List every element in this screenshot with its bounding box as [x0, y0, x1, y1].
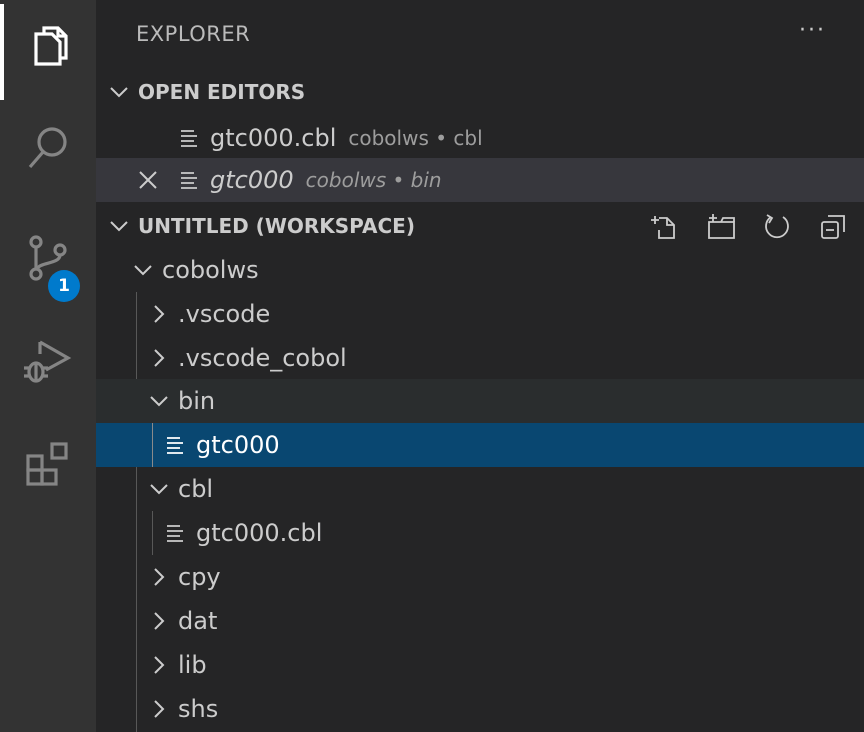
collapse-all-icon: [821, 215, 845, 239]
open-editor-description: cobolws • cbl: [348, 126, 483, 150]
open-editor-description: cobolws • bin: [305, 168, 442, 192]
tree-folder[interactable]: cpy: [96, 555, 864, 599]
tree-item-label: cbl: [178, 475, 214, 503]
close-icon[interactable]: [138, 170, 158, 190]
indent-guide: [152, 423, 153, 467]
tree-folder[interactable]: .vscode_cobol: [96, 336, 864, 380]
more-actions-button[interactable]: ···: [799, 18, 826, 43]
search-activity-button[interactable]: [0, 104, 96, 192]
chevron-down-icon: [148, 390, 170, 412]
new-folder-icon: [708, 214, 735, 239]
new-file-button[interactable]: [650, 211, 680, 241]
file-lines-icon: [167, 525, 183, 542]
extensions-icon: [26, 442, 68, 486]
explorer-sidebar: EXPLORER ··· OPEN EDITORS gtc000.cbl cob…: [96, 0, 864, 732]
search-icon: [28, 127, 67, 169]
chevron-down-icon: [148, 478, 170, 500]
collapse-all-button[interactable]: [818, 211, 848, 241]
open-editor-item[interactable]: gtc000.cbl cobolws • cbl: [96, 116, 864, 160]
tree-folder[interactable]: dat: [96, 599, 864, 643]
tree-folder[interactable]: cbl: [96, 467, 864, 511]
source-control-activity-button[interactable]: 1: [0, 214, 96, 302]
extensions-activity-button[interactable]: [0, 420, 96, 508]
tree-item-label: cpy: [178, 563, 221, 591]
tree-item-label: .vscode_cobol: [178, 344, 347, 372]
tree-item-label: bin: [178, 387, 216, 415]
run-debug-activity-button[interactable]: [0, 316, 96, 404]
open-editor-name: gtc000.cbl: [210, 124, 337, 152]
chevron-down-icon: [108, 81, 130, 103]
chevron-down-icon: [108, 215, 130, 237]
tree-item-label: gtc000: [196, 431, 280, 459]
chevron-down-icon: [132, 259, 154, 281]
workspace-header[interactable]: UNTITLED (WORKSPACE): [96, 204, 864, 248]
file-lines-icon: [181, 172, 197, 189]
workspace-actions: [624, 204, 848, 248]
indent-guide: [152, 511, 153, 555]
open-editor-item[interactable]: gtc000 cobolws • bin: [96, 158, 864, 202]
chevron-right-icon: [148, 610, 170, 632]
files-icon: [34, 26, 68, 66]
tree-item-label: gtc000.cbl: [196, 519, 323, 547]
tree-folder[interactable]: lib: [96, 643, 864, 687]
tree-folder[interactable]: bin: [96, 379, 864, 423]
tree-item-label: cobolws: [162, 256, 259, 284]
activity-bar: 1: [0, 0, 96, 732]
open-editor-name: gtc000: [210, 166, 294, 194]
chevron-right-icon: [148, 698, 170, 720]
chevron-right-icon: [148, 303, 170, 325]
tree-folder[interactable]: shs: [96, 687, 864, 731]
tree-folder[interactable]: .vscode: [96, 292, 864, 336]
sidebar-title: EXPLORER: [136, 22, 251, 46]
new-file-icon: [651, 216, 675, 239]
open-editors-header[interactable]: OPEN EDITORS: [96, 70, 864, 114]
tree-root-folder[interactable]: cobolws: [96, 248, 864, 292]
tree-file-selected[interactable]: gtc000: [96, 423, 864, 467]
file-lines-icon: [167, 437, 183, 454]
tree-file[interactable]: gtc000.cbl: [96, 511, 864, 555]
workspace-label: UNTITLED (WORKSPACE): [138, 214, 415, 238]
chevron-right-icon: [148, 347, 170, 369]
tree-item-label: .vscode: [178, 300, 271, 328]
file-lines-icon: [181, 130, 197, 147]
run-debug-icon: [24, 340, 72, 383]
refresh-icon: [765, 214, 789, 239]
explorer-activity-button[interactable]: [0, 4, 96, 100]
vscode-window: 1 EXPLORER ··· OPEN EDITORS gtc000.cbl c…: [0, 0, 864, 732]
scm-badge: 1: [48, 270, 80, 302]
tree-item-label: dat: [178, 607, 218, 635]
tree-item-label: lib: [178, 651, 207, 679]
refresh-button[interactable]: [762, 211, 792, 241]
chevron-right-icon: [148, 654, 170, 676]
tree-item-label: shs: [178, 695, 219, 723]
open-editors-label: OPEN EDITORS: [138, 80, 306, 104]
new-folder-button[interactable]: [706, 211, 736, 241]
chevron-right-icon: [148, 566, 170, 588]
